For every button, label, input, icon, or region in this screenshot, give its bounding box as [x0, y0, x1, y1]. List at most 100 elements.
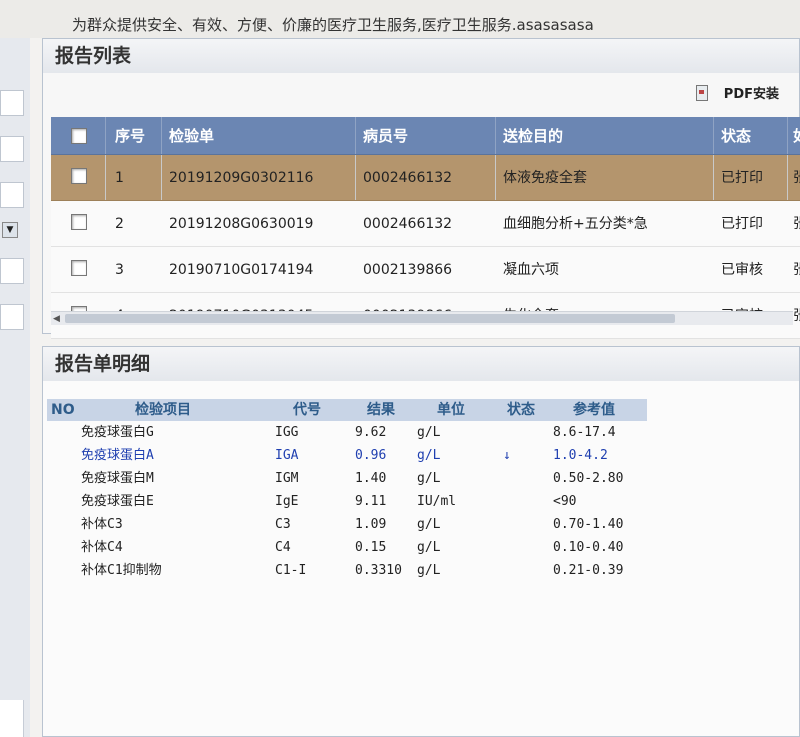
detail-reference: 0.21-0.39 [553, 563, 624, 578]
report-detail-title: 报告单明细 [43, 347, 799, 381]
detail-item: 免疫球蛋白G [81, 425, 154, 440]
row-extra: 张 [793, 293, 800, 339]
detail-unit: g/L [417, 563, 441, 578]
detail-item: 免疫球蛋白M [81, 471, 154, 486]
pdf-install-label: PDF安装 [723, 87, 779, 102]
detail-result: 0.3310 [355, 563, 402, 578]
detail-item: 免疫球蛋白E [81, 494, 154, 509]
row-extra: 张 [793, 201, 800, 247]
col-header-reference[interactable]: 参考值 [573, 399, 615, 421]
detail-table: NO 检验项目 代号 结果 单位 状态 参考值 免疫球蛋白G IGG 9.62 … [47, 399, 647, 582]
row-checkbox[interactable] [71, 168, 87, 184]
report-list-panel: 报告列表 PDF安装 序号 检验单 病员号 送检目的 状态 如 1 201912… [42, 38, 800, 339]
row-status: 已打印 [721, 216, 763, 232]
detail-unit: g/L [417, 471, 441, 486]
col-header-extra[interactable]: 如 [793, 117, 800, 155]
col-header-code[interactable]: 代号 [293, 399, 321, 421]
col-header-unit[interactable]: 单位 [437, 399, 465, 421]
col-header-status[interactable]: 状态 [507, 399, 535, 421]
detail-row[interactable]: 补体C4 C4 0.15 g/L 0.10-0.40 [47, 536, 647, 559]
col-header-no[interactable]: NO [51, 399, 75, 421]
left-input-1[interactable] [0, 90, 24, 116]
report-detail-panel: 报告单明细 NO 检验项目 代号 结果 单位 状态 参考值 免疫球蛋白G IGG… [42, 346, 800, 737]
col-header-item[interactable]: 检验项目 [135, 399, 191, 421]
row-patient: 0002466132 [363, 216, 453, 232]
banner-text: 为群众提供安全、有效、方便、价廉的医疗卫生服务,医疗卫生服务.asasasasa [72, 16, 594, 34]
pdf-icon [694, 85, 708, 101]
row-checkbox[interactable] [71, 260, 87, 276]
row-status: 已打印 [721, 170, 763, 186]
detail-reference: 0.50-2.80 [553, 471, 624, 486]
row-purpose: 血细胞分析+五分类*急 [503, 216, 648, 232]
detail-item: 免疫球蛋白A [81, 448, 154, 463]
row-purpose: 凝血六项 [503, 262, 559, 278]
detail-result: 0.15 [355, 540, 387, 555]
detail-row[interactable]: 免疫球蛋白A IGA 0.96 g/L ↓ 1.0-4.2 [47, 444, 647, 467]
detail-item: 补体C4 [81, 540, 123, 555]
left-input-4[interactable] [0, 258, 24, 284]
col-header-status[interactable]: 状态 [721, 117, 751, 155]
scrollbar-thumb[interactable] [65, 314, 675, 323]
row-no: 1 [115, 170, 124, 186]
row-patient: 0002466132 [363, 170, 453, 186]
detail-code: C1-I [275, 563, 307, 578]
detail-code: IGG [275, 425, 299, 440]
table-row[interactable]: 3 20190710G0174194 0002139866 凝血六项 已审核 张 [51, 247, 800, 293]
detail-code: IGM [275, 471, 299, 486]
row-purpose: 体液免疫全套 [503, 170, 587, 186]
detail-reference: 0.70-1.40 [553, 517, 624, 532]
col-header-result[interactable]: 结果 [367, 399, 395, 421]
row-no: 3 [115, 262, 124, 278]
detail-row[interactable]: 补体C3 C3 1.09 g/L 0.70-1.40 [47, 513, 647, 536]
row-extra: 张 [793, 247, 800, 293]
detail-result: 9.11 [355, 494, 387, 509]
top-banner: 为群众提供安全、有效、方便、价廉的医疗卫生服务,医疗卫生服务.asasasasa [0, 0, 800, 38]
col-header-order[interactable]: 检验单 [169, 117, 214, 155]
detail-result: 9.62 [355, 425, 387, 440]
dropdown-arrow-icon[interactable]: ▼ [2, 222, 18, 238]
left-input-3[interactable] [0, 182, 24, 208]
detail-reference: 0.10-0.40 [553, 540, 624, 555]
table-row[interactable]: 2 20191208G0630019 0002466132 血细胞分析+五分类*… [51, 201, 800, 247]
col-header-patient[interactable]: 病员号 [363, 117, 408, 155]
detail-item: 补体C1抑制物 [81, 563, 162, 578]
left-input-2[interactable] [0, 136, 24, 162]
col-header-purpose[interactable]: 送检目的 [503, 117, 563, 155]
left-input-5[interactable] [0, 304, 24, 330]
detail-reference: <90 [553, 494, 577, 509]
pdf-install-button[interactable]: PDF安装 [694, 83, 779, 102]
col-header-no[interactable]: 序号 [115, 117, 145, 155]
select-all-checkbox[interactable] [71, 128, 87, 144]
low-flag-arrow-icon: ↓ [503, 448, 511, 463]
table-row[interactable]: 1 20191209G0302116 0002466132 体液免疫全套 已打印… [51, 155, 800, 201]
detail-unit: IU/ml [417, 494, 457, 509]
detail-result: 1.09 [355, 517, 387, 532]
detail-result: 1.40 [355, 471, 387, 486]
detail-row[interactable]: 免疫球蛋白E IgE 9.11 IU/ml <90 [47, 490, 647, 513]
detail-row[interactable]: 免疫球蛋白G IGG 9.62 g/L 8.6-17.4 [47, 421, 647, 444]
detail-unit: g/L [417, 517, 441, 532]
detail-reference: 8.6-17.4 [553, 425, 616, 440]
report-table: 序号 检验单 病员号 送检目的 状态 如 1 20191209G0302116 … [51, 117, 800, 339]
detail-unit: g/L [417, 425, 441, 440]
row-order: 20191208G0630019 [169, 216, 314, 232]
report-list-title: 报告列表 [43, 39, 799, 73]
row-order: 20190710G0174194 [169, 262, 314, 278]
row-extra: 张 [793, 155, 800, 201]
row-patient: 0002139866 [363, 262, 453, 278]
left-bottom-bar [0, 700, 24, 737]
horizontal-scrollbar[interactable]: ◀ [51, 311, 793, 325]
report-table-header: 序号 检验单 病员号 送检目的 状态 如 [51, 117, 800, 155]
detail-table-header: NO 检验项目 代号 结果 单位 状态 参考值 [47, 399, 647, 421]
detail-row[interactable]: 免疫球蛋白M IGM 1.40 g/L 0.50-2.80 [47, 467, 647, 490]
detail-code: IgE [275, 494, 299, 509]
scroll-left-icon[interactable]: ◀ [53, 312, 60, 326]
detail-code: C4 [275, 540, 291, 555]
row-status: 已审核 [721, 262, 763, 278]
detail-code: IGA [275, 448, 299, 463]
row-checkbox[interactable] [71, 214, 87, 230]
detail-unit: g/L [417, 448, 441, 463]
detail-result: 0.96 [355, 448, 387, 463]
row-order: 20191209G0302116 [169, 170, 314, 186]
detail-row[interactable]: 补体C1抑制物 C1-I 0.3310 g/L 0.21-0.39 [47, 559, 647, 582]
